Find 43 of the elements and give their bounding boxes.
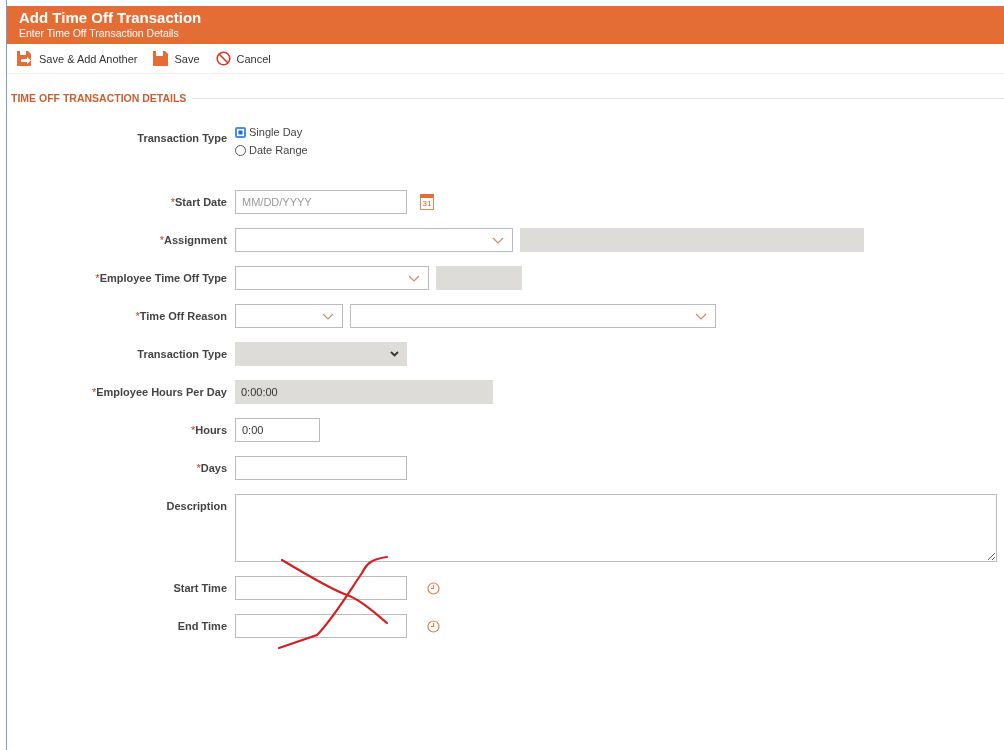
chevron-icon bbox=[390, 351, 399, 357]
page-subtitle: Enter Time Off Transaction Details bbox=[19, 27, 179, 39]
field-label: *Employee Hours Per Day bbox=[91, 385, 227, 400]
dropdown[interactable] bbox=[235, 342, 407, 366]
field-label: *Days bbox=[196, 461, 227, 476]
save-icon bbox=[153, 51, 169, 66]
field-label: Start Time bbox=[173, 581, 227, 596]
field-label: Transaction Type bbox=[137, 347, 227, 362]
dropdown[interactable] bbox=[235, 228, 513, 252]
dropdown[interactable] bbox=[350, 304, 716, 328]
field-label: *Start Date bbox=[170, 195, 227, 210]
field-label: *Employee Time Off Type bbox=[95, 271, 227, 286]
dropdown[interactable] bbox=[235, 266, 429, 290]
text-field[interactable] bbox=[235, 576, 407, 600]
calendar-icon[interactable]: 31 bbox=[420, 194, 434, 210]
description-field[interactable] bbox=[235, 494, 997, 562]
dropdown[interactable] bbox=[235, 304, 343, 328]
field-label: *Time Off Reason bbox=[135, 309, 227, 324]
chevron-icon bbox=[322, 312, 334, 320]
page-title: Add Time Off Transaction bbox=[19, 9, 202, 26]
section-title: TIME OFF TRANSACTION DETAILS bbox=[11, 92, 187, 104]
text-field[interactable] bbox=[235, 456, 407, 480]
text-field[interactable] bbox=[235, 614, 407, 638]
chevron-icon bbox=[492, 236, 504, 244]
field-label: Transaction Type bbox=[137, 132, 227, 144]
cancel-button[interactable]: Cancel bbox=[215, 51, 271, 66]
cancel-icon bbox=[215, 51, 231, 66]
clock-icon[interactable] bbox=[427, 581, 440, 595]
save-button[interactable]: Save bbox=[153, 51, 200, 66]
field-label: End Time bbox=[177, 619, 227, 634]
text-field[interactable]: 0:00 bbox=[235, 418, 320, 442]
radio-option[interactable]: Date Range bbox=[235, 144, 308, 156]
field-label: *Assignment bbox=[159, 233, 227, 248]
field-label: Description bbox=[166, 500, 227, 512]
chevron-icon bbox=[695, 312, 707, 320]
save-add-icon bbox=[17, 51, 33, 66]
radio-option[interactable]: Single Day bbox=[235, 126, 308, 138]
text-field[interactable]: MM/DD/YYYY bbox=[235, 190, 407, 214]
clock-icon[interactable] bbox=[427, 619, 440, 633]
readonly-field: 0:00:00 bbox=[235, 380, 493, 404]
save-add-button[interactable]: Save & Add Another bbox=[17, 51, 138, 66]
chevron-icon bbox=[408, 274, 420, 282]
field-label: *Hours bbox=[190, 423, 227, 438]
